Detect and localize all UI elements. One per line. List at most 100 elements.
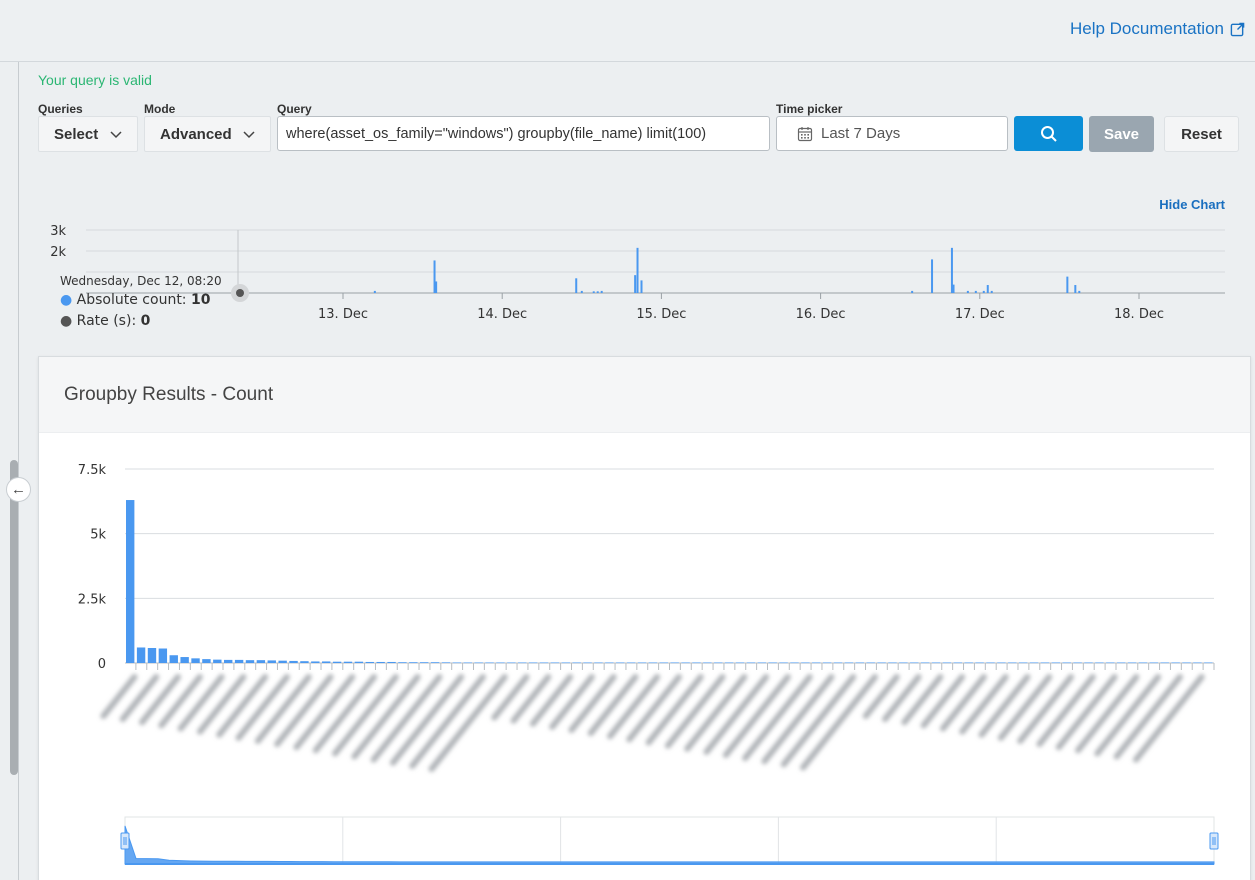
groupby-bar [768, 662, 777, 664]
queries-select[interactable]: Select [38, 116, 138, 152]
groupby-bar [332, 661, 342, 663]
mode-select[interactable]: Advanced [144, 116, 271, 152]
groupby-bar [1040, 662, 1050, 664]
timeline-bar [952, 284, 955, 293]
groupby-bar [354, 661, 364, 663]
groupby-bar [136, 647, 146, 663]
groupby-bar [398, 662, 407, 663]
groupby-bar [561, 662, 570, 664]
groupby-bar [224, 659, 233, 663]
groupby-bar [822, 662, 832, 664]
groupby-bar [441, 662, 451, 663]
groupby-bar-chart[interactable]: 7.5k 5k 2.5k 0 [39, 433, 1252, 811]
groupby-bar [844, 662, 854, 664]
groupby-bar [1160, 662, 1169, 664]
timeline-x-tick: 15. Dec [636, 307, 686, 322]
groupby-bar [692, 662, 701, 664]
left-panel-divider [18, 62, 19, 880]
groupby-bar [659, 662, 668, 664]
groupby-bar [528, 662, 538, 664]
timeline-bar [1078, 290, 1081, 293]
groupby-bar [485, 662, 494, 664]
bullet-icon: ● [60, 292, 73, 308]
navigator-track [124, 816, 1215, 865]
tooltip-count-value: 10 [190, 292, 211, 308]
time-picker-label: Time picker [776, 102, 843, 116]
groupby-bar [289, 660, 298, 663]
blurred-label [626, 674, 682, 743]
groupby-bar [910, 662, 919, 664]
blurred-label [529, 674, 574, 727]
groupby-bar [474, 662, 483, 664]
navigator-left-handle [120, 832, 130, 850]
tooltip-rate-row: ● Rate (s): 0 [60, 311, 222, 332]
help-documentation-label: Help Documentation [1069, 19, 1224, 38]
timeline-bar [592, 291, 595, 293]
groupby-bar [430, 662, 440, 663]
timeline-tooltip: Wednesday, Dec 12, 08:20 ● Absolute coun… [60, 272, 222, 332]
groupby-bar [539, 662, 549, 664]
groupby-bar [1073, 662, 1082, 664]
groupby-y-tick: 2.5k [78, 592, 107, 607]
groupby-bar [202, 659, 211, 663]
timeline-y-tick: 2k [50, 245, 66, 260]
search-button[interactable] [1014, 116, 1083, 151]
timeline-bar [580, 290, 583, 293]
groupby-bar [387, 661, 396, 663]
groupby-bar [888, 662, 897, 664]
tooltip-rate-value: 0 [140, 313, 151, 329]
blurred-label [997, 674, 1053, 741]
scrollbar[interactable] [10, 460, 18, 775]
groupby-bar [1106, 662, 1115, 664]
groupby-bar [278, 660, 287, 663]
timeline-bar [600, 290, 603, 293]
blurred-label [939, 674, 987, 732]
chart-navigator[interactable] [39, 812, 1252, 880]
save-button[interactable]: Save [1089, 116, 1154, 152]
groupby-bar [670, 662, 679, 664]
groupby-bar [855, 662, 865, 664]
timeline-bar [1074, 285, 1077, 293]
query-input[interactable] [277, 116, 770, 151]
groupby-bar [452, 662, 462, 664]
timeline-bar [575, 278, 578, 293]
hide-chart-link[interactable]: Hide Chart [1159, 197, 1225, 212]
groupby-bar [605, 662, 614, 664]
timeline-bar [986, 285, 989, 293]
time-picker[interactable]: Last 7 Days [776, 116, 1008, 151]
groupby-bar [1171, 662, 1180, 664]
navigator-right-handle [1209, 832, 1219, 850]
groupby-bar [550, 662, 560, 664]
collapse-panel-button[interactable]: ← [6, 477, 31, 502]
groupby-bar [1182, 662, 1191, 664]
groupby-bar [1149, 662, 1159, 664]
groupby-bar [746, 662, 756, 664]
groupby-bar [594, 662, 603, 664]
reset-button[interactable]: Reset [1164, 116, 1239, 152]
chevron-down-icon [243, 131, 255, 139]
groupby-bar [626, 662, 636, 664]
mode-select-value: Advanced [160, 125, 232, 143]
blurred-label [549, 674, 595, 730]
groupby-bar [1127, 662, 1137, 664]
groupby-results-card: Groupby Results - Count 7.5k 5k 2.5k 0 [38, 356, 1251, 880]
queries-select-value: Select [54, 125, 99, 143]
groupby-title-text: Groupby Results - Count [64, 383, 274, 405]
groupby-x-labels-redacted [100, 674, 1205, 773]
groupby-bar [1138, 662, 1148, 664]
groupby-bar [1204, 662, 1213, 664]
timeline-bar [640, 280, 643, 293]
time-picker-value: Last 7 Days [821, 125, 901, 142]
tooltip-date: Wednesday, Dec 12, 08:20 [60, 274, 222, 288]
timeline-bar [974, 290, 977, 293]
bullet-icon: ● [60, 313, 73, 329]
groupby-bar [931, 662, 941, 664]
blurred-label [177, 674, 225, 732]
groupby-bar [1095, 662, 1104, 664]
groupby-bar [158, 648, 168, 663]
chevron-down-icon [110, 131, 122, 139]
groupby-bar [877, 662, 886, 664]
timeline-x-tick: 16. Dec [796, 307, 846, 322]
groupby-bar [409, 662, 418, 663]
help-documentation-link[interactable]: Help Documentation [1070, 19, 1245, 39]
